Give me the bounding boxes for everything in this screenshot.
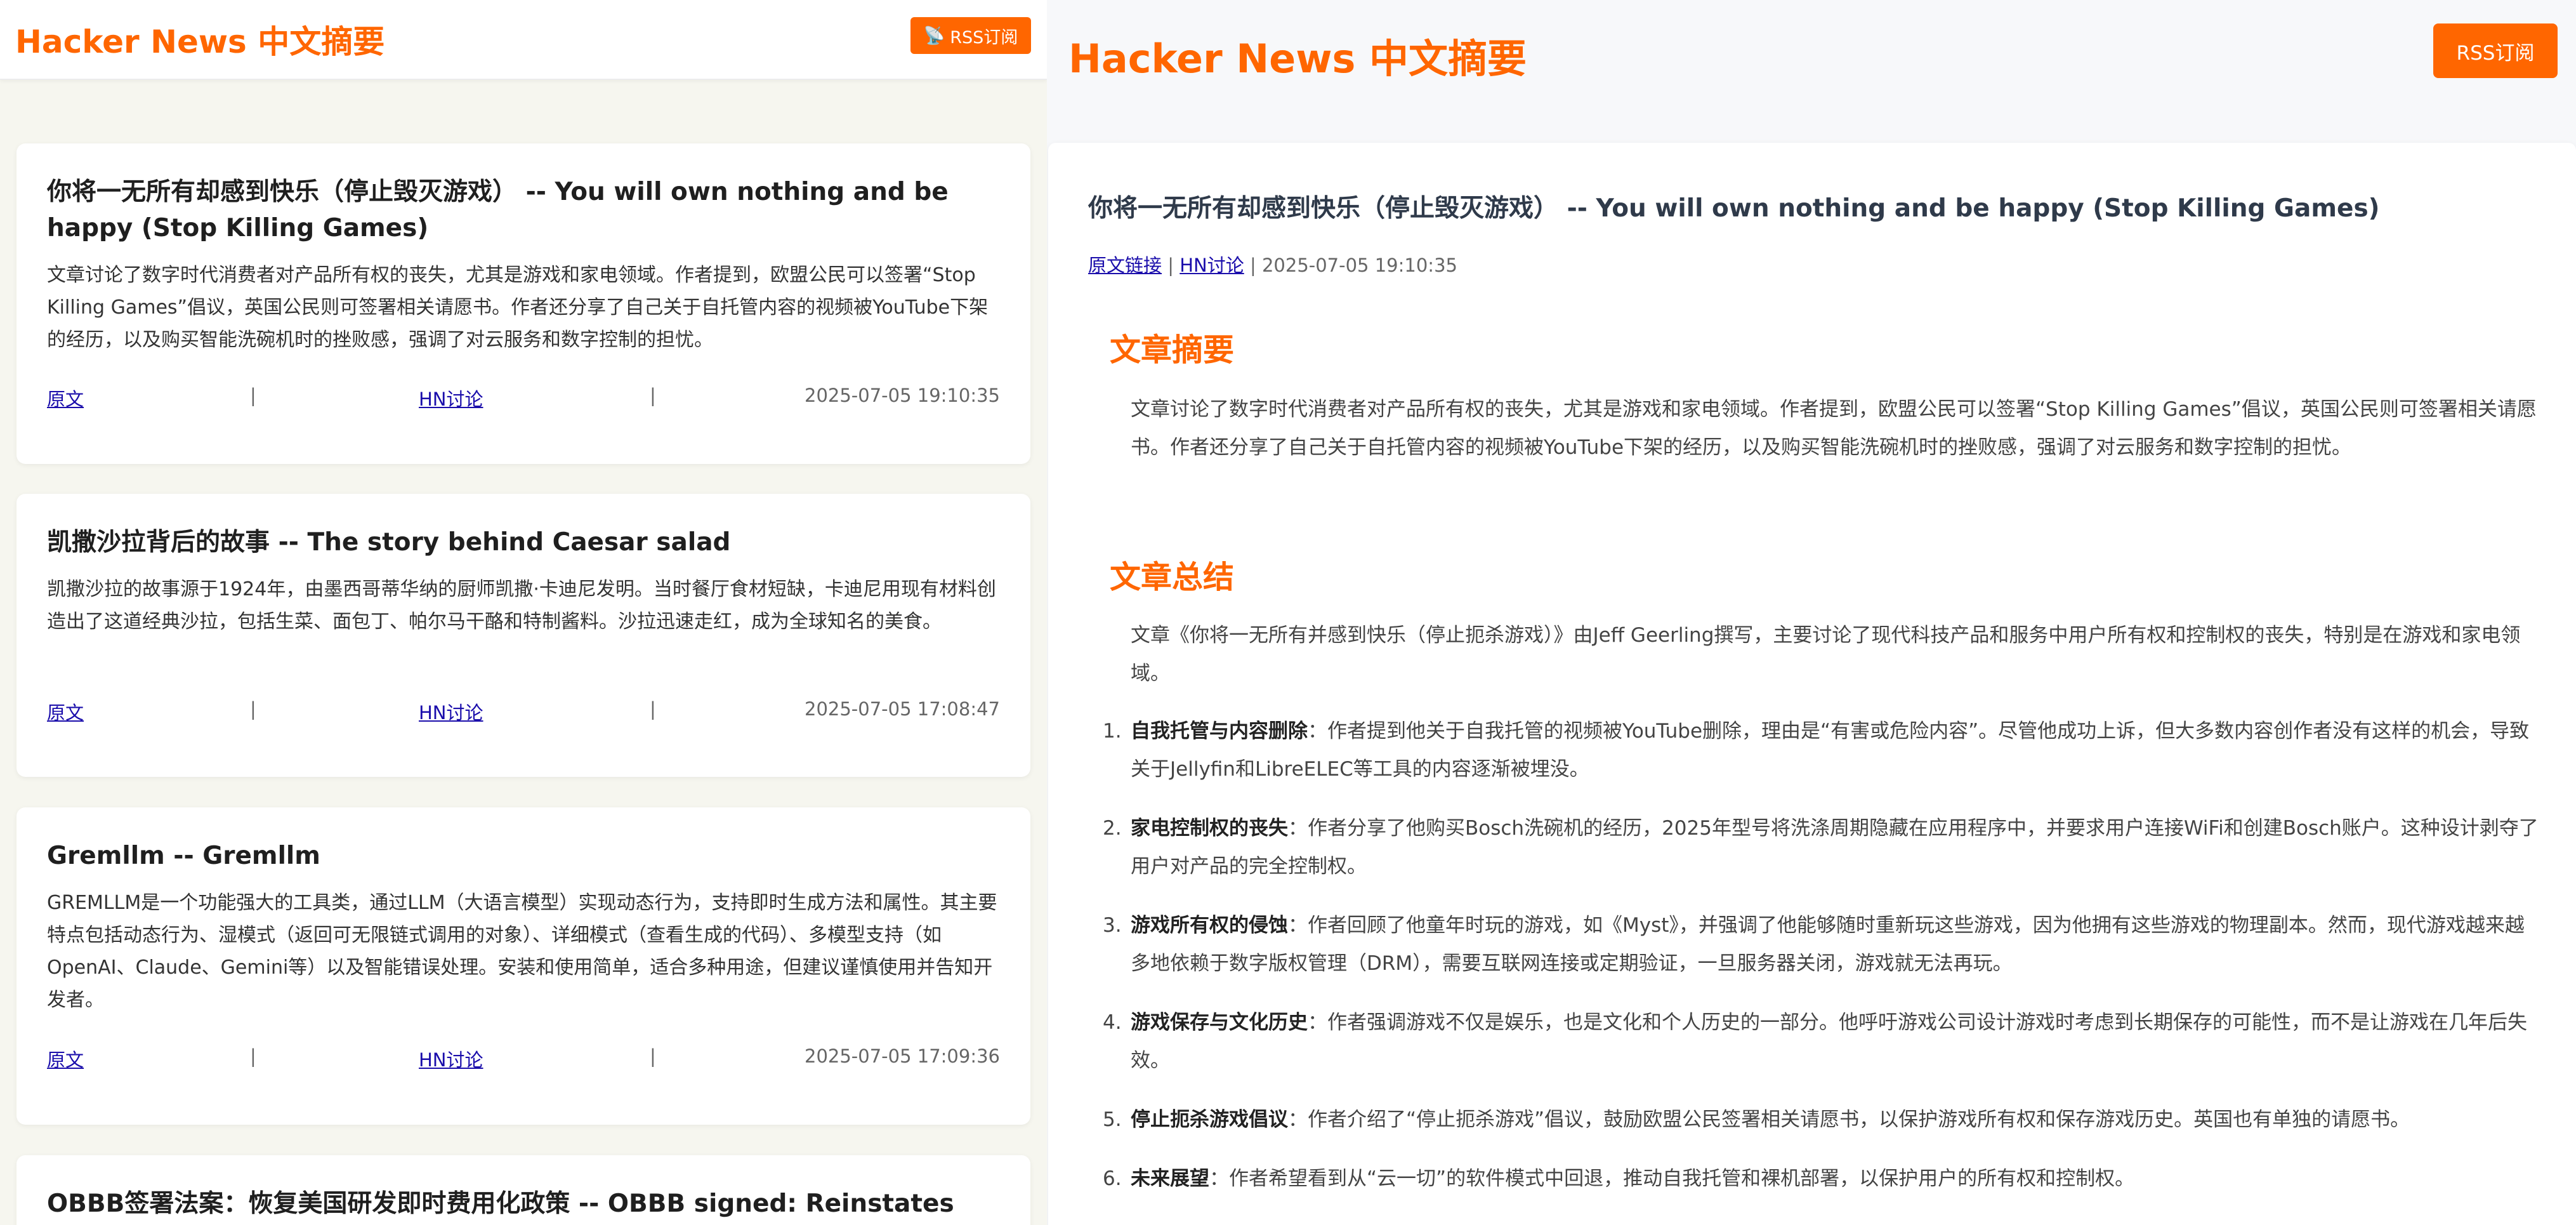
news-title[interactable]: OBBB签署法案：恢复美国研发即时费用化政策 -- OBBB signed: R…: [47, 1186, 1000, 1222]
meta-separator: |: [250, 385, 256, 406]
news-title[interactable]: 你将一无所有却感到快乐（停止毁灭游戏） -- You will own noth…: [47, 174, 1000, 246]
list-item: 1. 自我托管与内容删除：作者提到他关于自我托管的视频被YouTube删除，理由是…: [1103, 720, 2530, 781]
news-timestamp: 2025-07-05 17:09:36: [805, 1045, 1000, 1067]
key-points-list: 1. 自我托管与内容删除：作者提到他关于自我托管的视频被YouTube删除，理由是…: [1103, 712, 2539, 1219]
list-item: 5. 停止扼杀游戏倡议：作者介绍了“停止扼杀游戏”倡议，鼓励欧盟公民签署相关请愿书…: [1103, 1108, 2410, 1131]
news-summary: 文章讨论了数字时代消费者对产品所有权的丧失，尤其是游戏和家电领域。作者提到，欧盟…: [47, 264, 989, 351]
article-card: 你将一无所有却感到快乐（停止毁灭游戏） -- You will own noth…: [1048, 143, 2576, 1225]
summary-text: 文章讨论了数字时代消费者对产品所有权的丧失，尤其是游戏和家电领域。作者提到，欧盟…: [1131, 398, 2537, 459]
meta-separator: |: [1167, 255, 1180, 276]
news-card[interactable]: Gremllm -- Gremllm GREMLLM是一个功能强大的工具类，通过…: [16, 807, 1030, 1125]
news-title[interactable]: 凯撒沙拉背后的故事 -- The story behind Caesar sal…: [47, 524, 1000, 560]
list-item: 2. 家电控制权的丧失：作者分享了他购买Bosch洗碗机的经历，2025年型号将洗…: [1103, 817, 2539, 878]
site-title[interactable]: Hacker News 中文摘要: [1068, 27, 1527, 84]
site-header: Hacker News 中文摘要 📡 RSS订阅: [0, 0, 1047, 80]
news-card[interactable]: 你将一无所有却感到快乐（停止毁灭游戏） -- You will own noth…: [16, 143, 1030, 464]
original-link[interactable]: 原文: [47, 385, 84, 411]
list-item: 4. 游戏保存与文化历史：作者强调游戏不仅是娱乐，也是文化和个人历史的一部分。他呼…: [1103, 1011, 2527, 1072]
hn-discussion-link[interactable]: HN讨论: [419, 385, 483, 411]
news-summary: GREMLLM是一个功能强大的工具类，通过LLM（大语言模型）实现动态行为，支持…: [47, 892, 997, 1011]
article-timestamp: 2025-07-05 19:10:35: [1261, 255, 1457, 276]
rss-subscribe-label: RSS订阅: [950, 27, 1018, 48]
site-title[interactable]: Hacker News 中文摘要: [15, 17, 384, 62]
original-link[interactable]: 原文: [47, 1045, 84, 1072]
meta-separator: |: [650, 385, 656, 406]
article-meta: 原文链接 | HN讨论 | 2025-07-05 19:10:35: [1088, 251, 1457, 277]
meta-separator: |: [650, 698, 656, 720]
list-item: 6. 未来展望：作者希望看到从“云一切”的软件模式中回退，推动自我托管和裸机部署，…: [1103, 1167, 2135, 1190]
news-title[interactable]: Gremllm -- Gremllm: [47, 838, 1000, 874]
meta-separator: |: [650, 1045, 656, 1067]
news-card[interactable]: 凯撒沙拉背后的故事 -- The story behind Caesar sal…: [16, 494, 1030, 777]
rss-subscribe-button[interactable]: RSS订阅: [2433, 23, 2558, 78]
rss-subscribe-button[interactable]: 📡 RSS订阅: [910, 17, 1031, 54]
conclusion-heading: 文章总结: [1110, 559, 1235, 595]
summary-heading: 文章摘要: [1110, 332, 1235, 368]
rss-icon: 📡: [923, 26, 945, 46]
meta-separator: |: [250, 698, 256, 720]
news-timestamp: 2025-07-05 19:10:35: [805, 385, 1000, 406]
conclusion-intro: 文章《你将一无所有并感到快乐（停止扼杀游戏）》由Jeff Geerling撰写，…: [1131, 624, 2521, 685]
meta-separator: |: [1249, 255, 1262, 276]
news-timestamp: 2025-07-05 17:08:47: [805, 698, 1000, 720]
hn-discussion-link[interactable]: HN讨论: [419, 1045, 483, 1072]
original-link[interactable]: 原文: [47, 698, 84, 725]
article-detail-pane: Hacker News 中文摘要 RSS订阅 你将一无所有却感到快乐（停止毁灭游…: [1047, 0, 2576, 1225]
news-list-pane: Hacker News 中文摘要 📡 RSS订阅 你将一无所有却感到快乐（停止毁…: [0, 0, 1047, 1225]
news-card[interactable]: OBBB签署法案：恢复美国研发即时费用化政策 -- OBBB signed: R…: [16, 1155, 1030, 1225]
news-summary: 凯撒沙拉的故事源于1924年，由墨西哥蒂华纳的厨师凯撒·卡迪尼发明。当时餐厅食材…: [47, 578, 996, 633]
list-item: 3. 游戏所有权的侵蚀：作者回顾了他童年时玩的游戏，如《Myst》，并强调了他能够…: [1103, 914, 2525, 975]
hn-discussion-link[interactable]: HN讨论: [1180, 255, 1244, 276]
news-meta: 原文 | HN讨论 | 2025-07-05 19:10:35: [47, 385, 1000, 410]
article-title: 你将一无所有却感到快乐（停止毁灭游戏） -- You will own noth…: [1088, 194, 2380, 223]
meta-separator: |: [250, 1045, 256, 1067]
news-meta: 原文 | HN讨论 | 2025-07-05 17:08:47: [47, 698, 1000, 724]
hn-discussion-link[interactable]: HN讨论: [419, 698, 483, 725]
original-link[interactable]: 原文链接: [1088, 255, 1162, 276]
news-meta: 原文 | HN讨论 | 2025-07-05 17:09:36: [47, 1045, 1000, 1071]
